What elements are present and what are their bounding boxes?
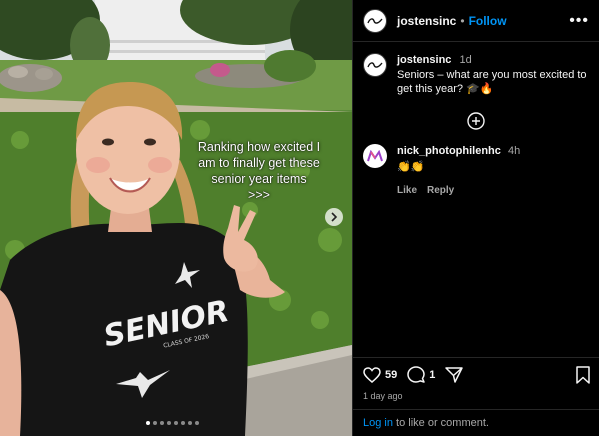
comment-text: 👏👏	[397, 161, 425, 173]
carousel-next-button[interactable]	[325, 208, 343, 226]
chevron-right-icon	[331, 212, 338, 222]
avatar[interactable]	[363, 144, 387, 168]
post-timestamp[interactable]: 1 day ago	[363, 391, 590, 401]
carousel-dot[interactable]	[160, 421, 164, 425]
comment-reply-button[interactable]: Reply	[427, 183, 454, 198]
jostens-logo-icon	[367, 17, 383, 24]
plus-circle-icon[interactable]	[467, 112, 485, 130]
comment-age: 4h	[507, 145, 521, 157]
post-header: jostensinc • Follow •••	[353, 0, 599, 42]
post-photo: SENIOR CLASS OF 2026	[0, 0, 352, 436]
post-media[interactable]: SENIOR CLASS OF 2026 Ranking how excited…	[0, 0, 352, 436]
post-side-panel: jostensinc • Follow ••• jostensinc 1d Se…	[352, 0, 599, 436]
jostens-logo-icon	[367, 62, 383, 68]
carousel-dots	[146, 421, 199, 425]
carousel-dot[interactable]	[167, 421, 171, 425]
comment-count[interactable]: 1	[429, 369, 435, 381]
comment-item: nick_photophilenhc 4h 👏👏 Like Reply	[353, 130, 599, 198]
header-username[interactable]: jostensinc	[397, 14, 456, 28]
share-icon[interactable]	[445, 366, 464, 384]
caption-age: 1d	[459, 54, 472, 66]
login-prompt-text: to like or comment.	[392, 417, 489, 429]
overlay-line: >>>	[248, 188, 270, 202]
overlay-line: senior year items	[211, 172, 307, 186]
nick-photophile-logo-icon	[367, 150, 383, 162]
instagram-post-modal: SENIOR CLASS OF 2026 Ranking how excited…	[0, 0, 599, 436]
comment-username[interactable]: nick_photophilenhc	[397, 145, 501, 157]
carousel-dot[interactable]	[174, 421, 178, 425]
post-action-bar: 59 1 1 day ago	[353, 357, 599, 401]
login-link[interactable]: Log in	[363, 417, 393, 429]
carousel-dot[interactable]	[195, 421, 199, 425]
like-count[interactable]: 59	[385, 369, 397, 381]
login-prompt: Log in to like or comment.	[353, 409, 599, 436]
story-overlay-text: Ranking how excited I am to finally get …	[168, 139, 350, 203]
follow-button[interactable]: Follow	[469, 14, 507, 28]
more-options-button[interactable]: •••	[569, 12, 589, 28]
bookmark-icon[interactable]	[576, 366, 590, 384]
comment-like-button[interactable]: Like	[397, 183, 417, 198]
overlay-line: am to finally get these	[198, 156, 320, 170]
heart-icon[interactable]	[363, 366, 381, 384]
load-more-comments	[353, 112, 599, 130]
avatar[interactable]	[363, 8, 387, 33]
carousel-dot[interactable]	[146, 421, 150, 425]
carousel-dot[interactable]	[181, 421, 185, 425]
carousel-dot[interactable]	[188, 421, 192, 425]
caption-username[interactable]: jostensinc	[397, 54, 451, 66]
header-separator: •	[460, 13, 465, 28]
carousel-dot[interactable]	[153, 421, 157, 425]
avatar[interactable]	[363, 53, 387, 77]
post-caption: jostensinc 1d Seniors – what are you mos…	[353, 42, 599, 96]
comment-icon[interactable]	[407, 366, 425, 384]
caption-text: Seniors – what are you most excited to g…	[397, 69, 587, 95]
overlay-line: Ranking how excited I	[197, 140, 321, 154]
